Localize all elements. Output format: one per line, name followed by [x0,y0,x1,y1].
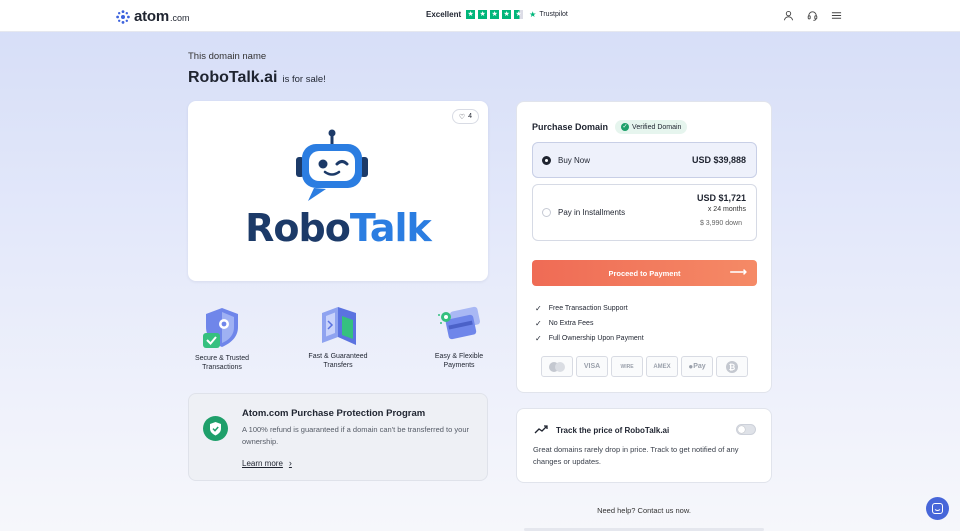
feature-label: Easy & Flexible Payments [434,353,484,369]
installments-radio[interactable] [542,208,551,217]
price-tracking-toggle[interactable] [736,424,756,435]
installment-months: x 24 months [707,206,746,213]
like-button[interactable]: ♡ 4 [451,109,479,124]
protection-text: A 100% refund is guaranteed if a domain … [242,425,469,446]
feature-list: Secure & Trusted Transactions Fast & Gua… [188,300,488,380]
benefit-text: Full Ownership Upon Payment [548,335,644,342]
domain-name: RoboTalk.ai [188,69,278,86]
check-icon: ✓ [535,304,542,313]
robot-mascot-icon [296,129,368,201]
tracker-title: Track the price of RoboTalk.ai [556,426,670,435]
chat-icon [932,503,943,514]
star-icon: ★ [466,10,476,19]
atom-logo[interactable]: atom .com [116,8,190,25]
bitcoin-icon: ₿ [716,356,748,377]
purchase-header: Purchase Domain ✓ Verified Domain [532,120,688,134]
svg-text:₿: ₿ [729,363,736,372]
mastercard-icon [541,356,573,377]
purchase-title: Purchase Domain [532,122,609,132]
transfer-icon [322,307,356,345]
shield-check-icon [203,308,238,348]
heart-icon: ♡ [458,113,466,121]
installments-label: Pay in Installments [558,208,626,217]
benefit-text: Free Transaction Support [548,305,628,312]
apple-pay-icon: ● Pay [681,356,713,377]
feature-label: Secure & Trusted Transactions [194,355,250,371]
pre-title: This domain name [188,51,267,62]
star-icon: ★ [490,10,500,19]
proceed-label: Proceed to Payment [608,268,681,278]
help-contact-link[interactable]: Need help? Contact us now. [516,506,772,515]
amex-icon: AMEX [646,356,678,377]
buy-now-price: USD $39,888 [691,155,746,165]
arrow-right-icon: ⟶ [729,265,747,279]
protection-badge [203,416,228,441]
like-count: 4 [468,113,472,120]
protection-title: Atom.com Purchase Protection Program [242,408,426,419]
buy-now-label: Buy Now [558,156,591,165]
price-tracker-card: Track the price of RoboTalk.ai Great dom… [516,408,772,483]
check-icon: ✓ [535,334,542,343]
trustpilot-star-icon: ★ [529,10,537,19]
top-navbar: atom .com Excellent ★ ★ ★ ★ ★ ★ Trustpil… [0,0,960,32]
brand-word-talk: Talk [349,206,432,250]
trustpilot-rating[interactable]: Excellent ★ ★ ★ ★ ★ ★ Trustpilot [426,10,568,19]
apple-pay-label: Pay [693,363,706,370]
installment-down-payment: $ 3,990 down [699,220,742,227]
learn-more-link[interactable]: Learn more › [242,458,292,468]
feature-secure: Secure & Trusted Transactions [182,305,262,372]
star-icon: ★ [478,10,488,19]
chevron-right-icon: › [288,458,292,468]
atom-logo-icon [116,9,130,24]
benefit-item: ✓ No Extra Fees [535,316,644,331]
brand-word-robo: Robo [245,206,351,250]
feature-label: Fast & Guaranteed Transfers [308,353,368,369]
visa-icon: VISA [576,356,608,377]
feature-payments: Easy & Flexible Payments [419,303,499,370]
benefit-item: ✓ Free Transaction Support [535,301,644,316]
menu-icon[interactable] [831,10,842,21]
star-icon: ★ [502,10,512,19]
benefit-text: No Extra Fees [548,320,594,327]
trend-chart-icon [534,425,548,434]
shield-check-icon [210,422,221,436]
domain-headline: RoboTalk.ai is for sale! [188,69,326,87]
learn-more-label: Learn more [242,458,283,468]
purchase-protection-box: Atom.com Purchase Protection Program A 1… [188,393,488,481]
proceed-to-payment-button[interactable]: Proceed to Payment ⟶ [532,260,757,286]
benefit-list: ✓ Free Transaction Support ✓ No Extra Fe… [535,301,644,346]
buy-now-radio[interactable] [542,156,551,165]
domain-logo-card: ♡ 4 RoboTalk [188,101,488,281]
chat-button[interactable] [926,497,949,520]
verified-badge: ✓ Verified Domain [615,120,688,134]
logo-suffix: .com [170,13,190,23]
buy-now-option[interactable]: Buy Now USD $39,888 [532,142,757,178]
payment-methods: VISA WIRE AMEX ● Pay ₿ [541,356,748,377]
installments-option[interactable]: Pay in Installments USD $1,721 x 24 mont… [532,184,757,241]
check-circle-icon: ✓ [621,123,630,131]
card-payment-icon [438,306,481,340]
trustpilot-brand: Trustpilot [539,11,568,18]
purchase-panel: Purchase Domain ✓ Verified Domain Buy No… [516,101,772,393]
benefit-item: ✓ Full Ownership Upon Payment [535,331,644,346]
wire-transfer-icon: WIRE [611,356,643,377]
rating-label: Excellent [426,10,462,19]
tracker-description: Great domains rarely drop in price. Trac… [533,445,739,466]
verified-label: Verified Domain [632,123,682,131]
user-icon[interactable] [783,10,794,21]
installment-price: USD $1,721 [696,193,746,203]
for-sale-text: is for sale! [282,74,326,85]
half-star-icon: ★ [514,10,524,19]
header-actions [783,10,842,21]
brand-wordmark: RoboTalk [188,206,488,250]
logo-text: atom [134,8,170,25]
headset-icon[interactable] [807,10,818,21]
feature-transfers: Fast & Guaranteed Transfers [298,303,378,370]
check-icon: ✓ [535,319,542,328]
